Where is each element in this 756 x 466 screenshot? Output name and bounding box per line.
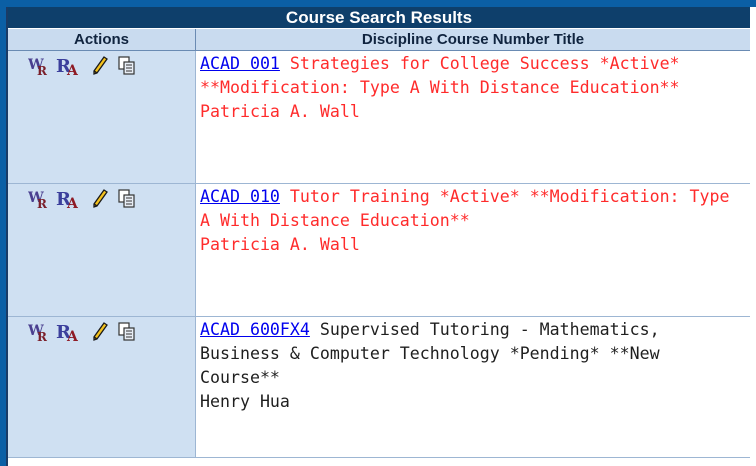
- svg-text:R: R: [37, 197, 48, 210]
- course-author: Patricia A. Wall: [200, 235, 360, 254]
- copy-icon[interactable]: [117, 188, 137, 210]
- course-search-panel: Course Search Results Actions Discipline…: [6, 7, 756, 466]
- row-actions: WR RA: [8, 51, 196, 183]
- course-author: Henry Hua: [200, 392, 290, 411]
- table-row: WR RA ACAD 010 Tutor Training *Active* *…: [8, 184, 750, 317]
- column-header-title: Discipline Course Number Title: [361, 31, 585, 48]
- results-table: WR RA ACAD 001 Strategies for College Su…: [8, 51, 750, 458]
- course-description: Tutor Training *Active* **Modification: …: [200, 187, 740, 230]
- svg-text:R: R: [37, 64, 48, 77]
- course-code-link[interactable]: ACAD 010: [200, 187, 280, 206]
- course-code-link[interactable]: ACAD 001: [200, 54, 280, 73]
- table-header: Actions Discipline Course Number Title: [8, 29, 750, 51]
- report-analysis-icon[interactable]: RA: [56, 321, 82, 343]
- view-report-icon[interactable]: WR: [28, 55, 52, 77]
- view-report-icon[interactable]: WR: [28, 321, 52, 343]
- svg-text:A: A: [66, 63, 79, 77]
- edit-pencil-icon[interactable]: [92, 188, 108, 210]
- table-row: WR RA ACAD 600FX4 Supervised Tutoring - …: [8, 317, 750, 458]
- course-entry: ACAD 001 Strategies for College Success …: [196, 51, 750, 183]
- svg-text:A: A: [66, 329, 79, 343]
- svg-text:A: A: [66, 196, 79, 210]
- svg-text:R: R: [37, 330, 48, 343]
- edit-pencil-icon[interactable]: [92, 55, 108, 77]
- course-entry: ACAD 010 Tutor Training *Active* **Modif…: [196, 184, 750, 316]
- row-actions: WR RA: [8, 317, 196, 457]
- edit-pencil-icon[interactable]: [92, 321, 108, 343]
- copy-icon[interactable]: [117, 55, 137, 77]
- table-row: WR RA ACAD 001 Strategies for College Su…: [8, 51, 750, 184]
- window-frame: Course Search Results Actions Discipline…: [0, 0, 756, 466]
- course-entry: ACAD 600FX4 Supervised Tutoring - Mathem…: [196, 317, 750, 457]
- copy-icon[interactable]: [117, 321, 137, 343]
- panel-title: Course Search Results: [8, 7, 750, 28]
- course-code-link[interactable]: ACAD 600FX4: [200, 320, 310, 339]
- report-analysis-icon[interactable]: RA: [56, 55, 82, 77]
- row-actions: WR RA: [8, 184, 196, 316]
- view-report-icon[interactable]: WR: [28, 188, 52, 210]
- report-analysis-icon[interactable]: RA: [56, 188, 82, 210]
- column-header-actions: Actions: [8, 29, 196, 50]
- course-author: Patricia A. Wall: [200, 102, 360, 121]
